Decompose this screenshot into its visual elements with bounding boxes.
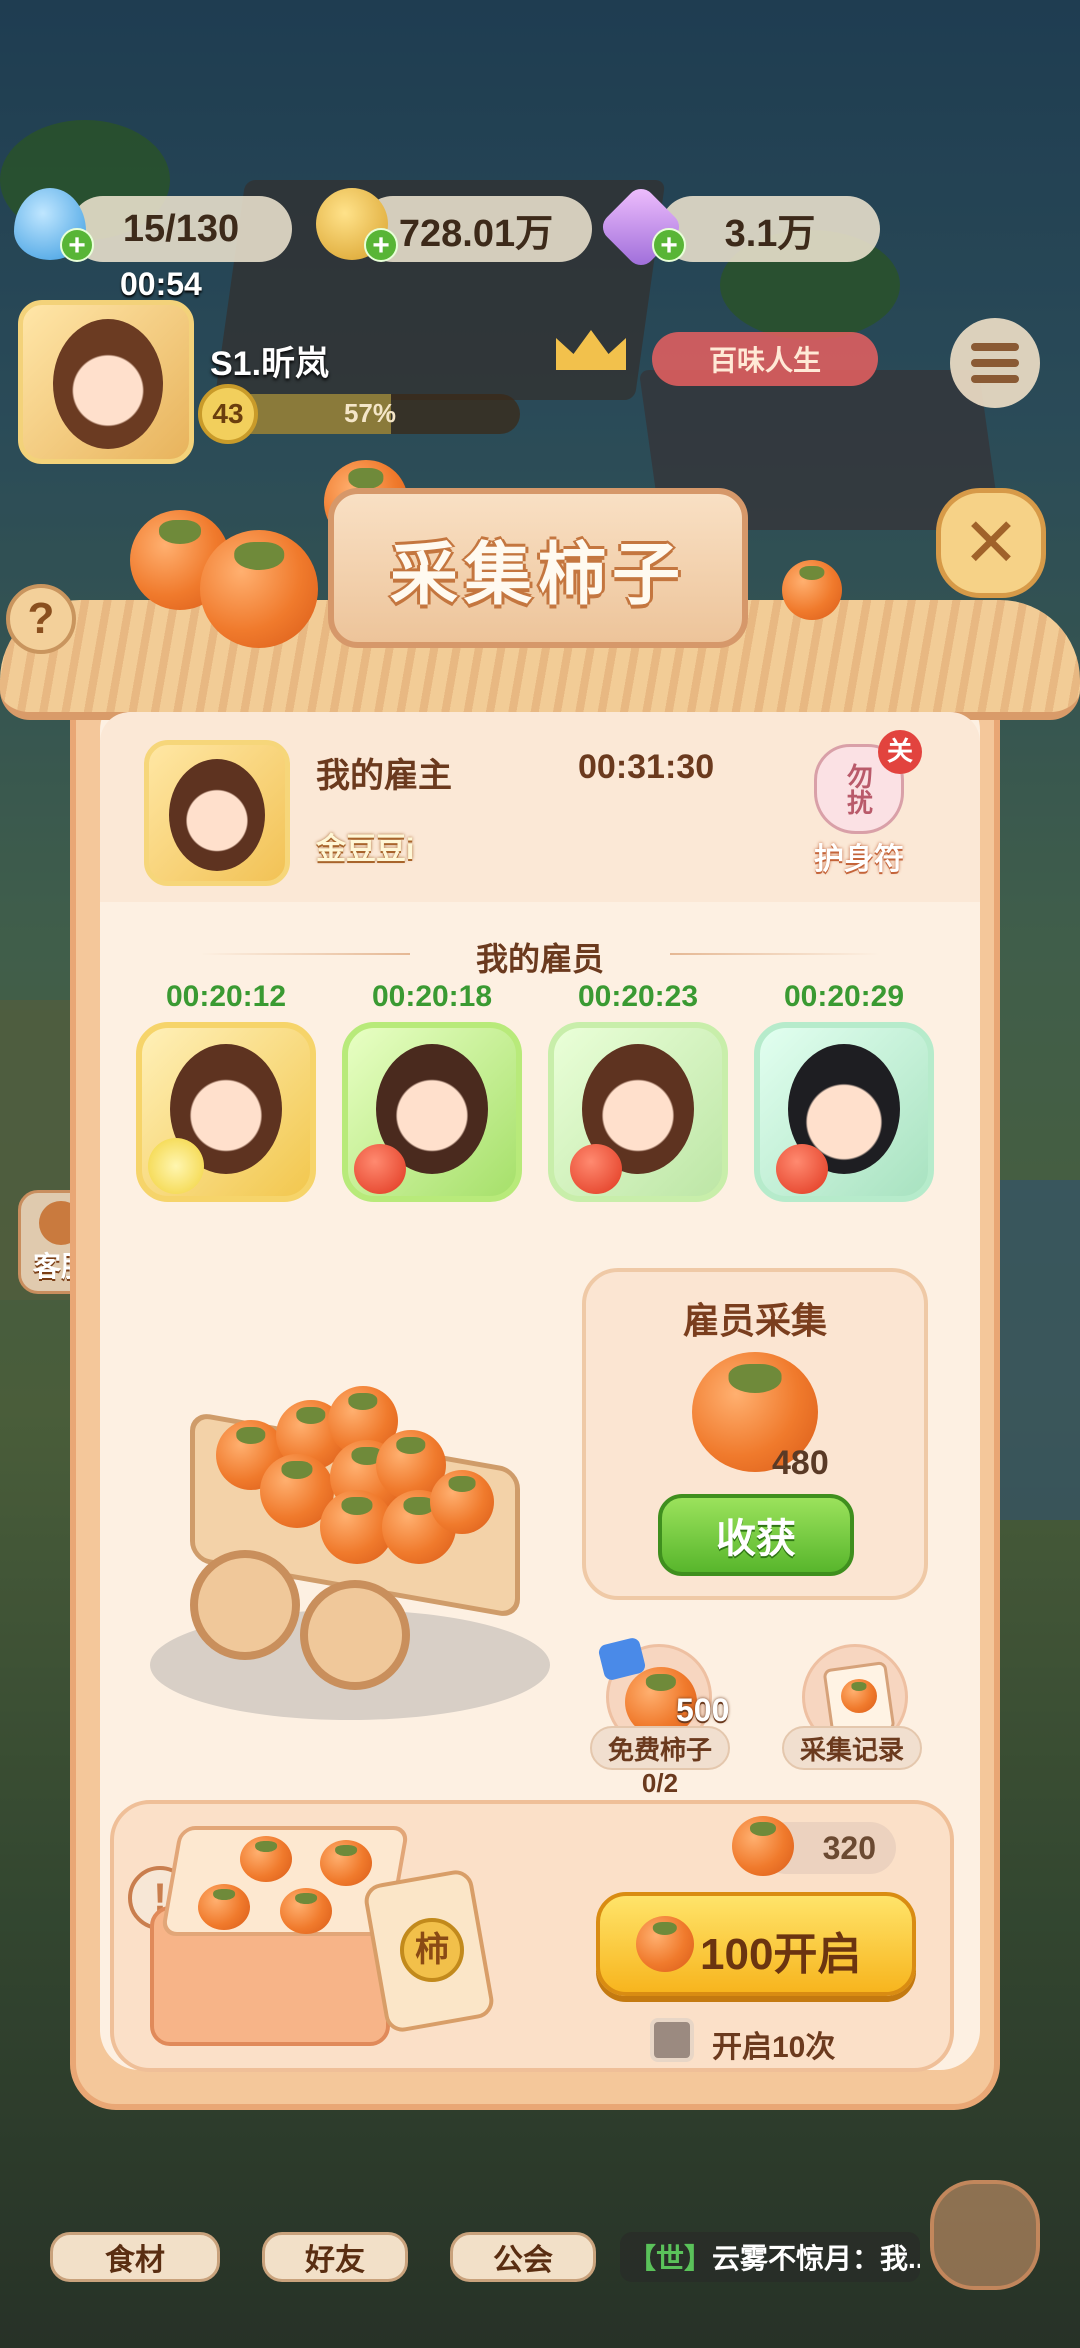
add-gems-button[interactable]: + xyxy=(652,228,686,262)
persimmon-icon xyxy=(732,1816,794,1876)
employee-avatar[interactable] xyxy=(548,1022,728,1202)
panel-title-sign: 采集柿子 xyxy=(328,488,748,648)
employee-avatar[interactable] xyxy=(136,1022,316,1202)
persimmon-icon xyxy=(430,1470,494,1534)
employer-label: 我的雇主 xyxy=(316,757,452,795)
world-chat-bar[interactable]: 【世】 云雾不惊月：我... xyxy=(620,2232,920,2282)
gather-records-label[interactable]: 采集记录 xyxy=(782,1726,922,1770)
nav-guild[interactable]: 公会 xyxy=(450,2232,596,2282)
player-avatar[interactable] xyxy=(18,300,194,464)
employer-avatar[interactable] xyxy=(144,740,290,886)
employee-avatar[interactable] xyxy=(342,1022,522,1202)
persimmon-icon xyxy=(320,1840,372,1886)
harvest-button[interactable]: 收获 xyxy=(658,1494,854,1576)
free-persimmon-label[interactable]: 免费柿子 xyxy=(590,1726,730,1770)
player-level-badge: 43 xyxy=(198,384,258,444)
amulet-label: 护身符 xyxy=(814,843,904,876)
open-ten-checkbox[interactable] xyxy=(650,2018,694,2062)
gem-counter: 3.1万 xyxy=(660,196,880,262)
water-counter: 15/130 xyxy=(70,196,292,262)
persimmon-cart xyxy=(150,1350,550,1730)
tomato-icon xyxy=(354,1144,406,1194)
tomato-icon xyxy=(570,1144,622,1194)
player-xp-label: 57% xyxy=(343,398,397,428)
nav-ingredients[interactable]: 食材 xyxy=(50,2232,220,2282)
close-button[interactable]: ✕ xyxy=(936,488,1046,598)
player-name: S1.昕岚 xyxy=(210,345,330,383)
gather-card-title: 雇员采集 xyxy=(682,1300,827,1341)
add-water-button[interactable]: + xyxy=(60,228,94,262)
chat-message: 云雾不惊月：我... xyxy=(712,2243,920,2274)
water-timer: 00:54 xyxy=(120,266,202,302)
add-coins-button[interactable]: + xyxy=(364,228,398,262)
employer-name: 金豆豆i xyxy=(316,833,415,866)
lemon-icon xyxy=(148,1138,204,1194)
cart-wheel xyxy=(190,1550,300,1660)
menu-button[interactable] xyxy=(950,318,1040,408)
persimmon-decoration-icon xyxy=(782,560,842,620)
employer-timer: 00:31:30 xyxy=(578,748,715,786)
free-persimmon-count: 500 xyxy=(676,1692,730,1728)
employee-timer: 00:20:12 xyxy=(165,980,287,1013)
employer-avatar-portrait xyxy=(169,759,265,871)
amulet-status-badge: 关 xyxy=(878,730,922,774)
persimmon-icon xyxy=(198,1884,250,1930)
open-ten-label: 开启10次 xyxy=(712,2031,836,2064)
title-badge[interactable]: 百味人生 xyxy=(652,332,878,386)
employees-title: 我的雇员 xyxy=(475,941,604,977)
free-persimmon-uses: 0/2 xyxy=(641,1768,679,1798)
panel-title: 采集柿子 xyxy=(389,536,686,613)
chat-channel: 【世】 xyxy=(628,2243,713,2274)
employee-timer: 00:20:18 xyxy=(371,980,493,1013)
persimmon-decoration-icon xyxy=(200,530,318,648)
open-box-label: 100开启 xyxy=(700,1930,862,1979)
persimmon-icon xyxy=(280,1888,332,1934)
employees-divider-right xyxy=(670,953,880,955)
cart-wheel xyxy=(300,1580,410,1690)
employee-avatar[interactable] xyxy=(754,1022,934,1202)
employee-timer: 00:20:23 xyxy=(577,980,699,1013)
nav-friends[interactable]: 好友 xyxy=(262,2232,408,2282)
open-box-button[interactable]: 100开启 xyxy=(596,1892,916,1996)
gather-count: 480 xyxy=(772,1444,829,1482)
tomato-icon xyxy=(776,1144,828,1194)
persimmon-icon xyxy=(841,1679,877,1713)
quick-menu-button[interactable] xyxy=(930,2180,1040,2290)
persimmon-gift-box: 柿 xyxy=(150,1826,497,2056)
list-icon xyxy=(971,359,1019,367)
persimmon-icon xyxy=(240,1836,292,1882)
gift-box-seal: 柿 xyxy=(400,1918,464,1982)
employee-timer: 00:20:29 xyxy=(783,980,905,1013)
amulet-button[interactable]: 勿扰 关 护身符 xyxy=(806,730,922,876)
close-icon: ✕ xyxy=(962,505,1020,581)
employees-divider-left xyxy=(200,953,410,955)
player-xp-bar: 57% xyxy=(220,394,520,434)
player-avatar-portrait xyxy=(53,319,163,449)
help-button[interactable]: ? xyxy=(6,584,76,654)
persimmon-icon xyxy=(636,1916,694,1972)
